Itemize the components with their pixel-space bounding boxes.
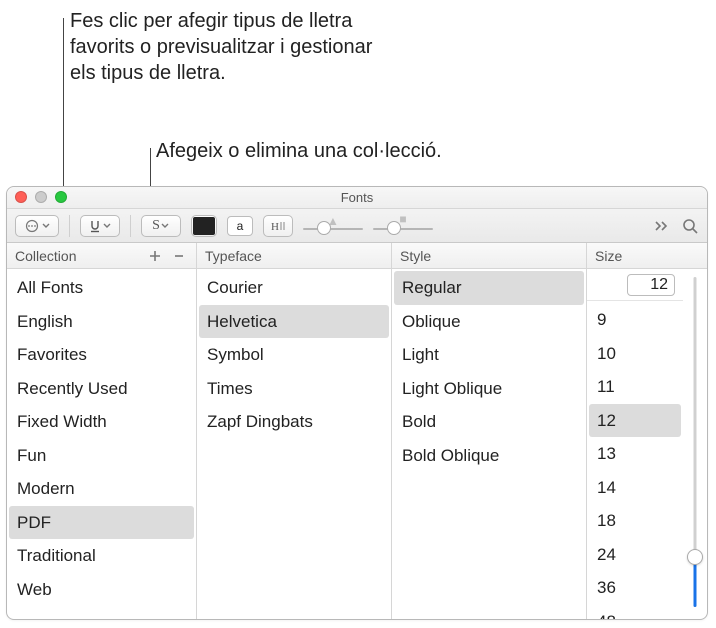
- text-spacing-icon: H: [269, 219, 287, 233]
- slider-thumb[interactable]: [687, 549, 703, 565]
- size-header: Size: [587, 243, 707, 269]
- document-color-button[interactable]: a: [227, 216, 253, 236]
- toolbar-separator: [130, 215, 131, 237]
- size-list[interactable]: 9101112131418243648: [587, 301, 683, 619]
- list-item[interactable]: Bold Oblique: [392, 439, 586, 473]
- svg-text:H: H: [271, 221, 279, 233]
- chevron-down-icon: [160, 219, 170, 233]
- list-item[interactable]: Times: [197, 372, 391, 406]
- add-collection-button[interactable]: [146, 247, 164, 265]
- zoom-window-button[interactable]: [55, 191, 67, 203]
- callout-text: Fes clic per afegir tipus de lletra favo…: [70, 10, 372, 84]
- size-input-value: 12: [650, 276, 668, 294]
- list-item[interactable]: Bold: [392, 405, 586, 439]
- columns: Collection All FontsEnglishFavoritesRece…: [7, 243, 707, 619]
- typeface-list[interactable]: CourierHelveticaSymbolTimesZapf Dingbats: [197, 269, 391, 619]
- list-item[interactable]: 13: [587, 437, 683, 471]
- list-item[interactable]: 18: [587, 504, 683, 538]
- size-header-label: Size: [595, 248, 622, 264]
- list-item[interactable]: 24: [587, 538, 683, 572]
- list-item[interactable]: Traditional: [7, 539, 196, 573]
- callout-text: Afegeix o elimina una col·lecció.: [156, 140, 442, 162]
- list-item[interactable]: 10: [587, 337, 683, 371]
- callout-more-options: Fes clic per afegir tipus de lletra favo…: [70, 8, 390, 86]
- list-item[interactable]: Regular: [394, 271, 584, 305]
- list-item[interactable]: Web: [7, 573, 196, 607]
- search-button[interactable]: [681, 217, 699, 235]
- size-input-wrap: 12: [587, 269, 683, 301]
- slider-track: [303, 228, 363, 230]
- size-slider[interactable]: [683, 269, 707, 619]
- list-item[interactable]: Helvetica: [199, 305, 389, 339]
- list-item[interactable]: All Fonts: [7, 271, 196, 305]
- remove-collection-button[interactable]: [170, 247, 188, 265]
- list-item[interactable]: 36: [587, 571, 683, 605]
- style-column: Style RegularObliqueLightLight ObliqueBo…: [392, 243, 587, 619]
- strikethrough-button[interactable]: S: [141, 215, 181, 237]
- list-item[interactable]: English: [7, 305, 196, 339]
- chevron-down-icon: [102, 219, 112, 233]
- list-item[interactable]: Recently Used: [7, 372, 196, 406]
- collection-header-label: Collection: [15, 248, 76, 264]
- titlebar: Fonts: [7, 187, 707, 209]
- double-chevron-right-icon: [653, 219, 671, 233]
- list-item[interactable]: Light: [392, 338, 586, 372]
- text-color-button[interactable]: [191, 215, 217, 237]
- more-options-button[interactable]: [15, 215, 59, 237]
- list-item[interactable]: 14: [587, 471, 683, 505]
- text-sample: a: [237, 219, 244, 233]
- list-item[interactable]: Fun: [7, 439, 196, 473]
- callout-add-remove-collection: Afegeix o elimina una col·lecció.: [156, 138, 442, 164]
- underline-button[interactable]: [80, 215, 120, 237]
- list-item[interactable]: 12: [589, 404, 681, 438]
- typeface-header-label: Typeface: [205, 248, 262, 264]
- list-item[interactable]: 9: [587, 303, 683, 337]
- search-icon: [681, 217, 699, 235]
- list-item[interactable]: 11: [587, 370, 683, 404]
- fonts-window: Fonts S: [6, 186, 708, 620]
- list-item[interactable]: Zapf Dingbats: [197, 405, 391, 439]
- slider-fill: [694, 561, 697, 607]
- list-item[interactable]: PDF: [9, 506, 194, 540]
- size-column: Size 12 9101112131418243648: [587, 243, 707, 619]
- collection-header: Collection: [7, 243, 196, 269]
- strikethrough-glyph: S: [152, 218, 160, 234]
- underline-icon: [88, 219, 102, 233]
- typography-button[interactable]: H: [263, 215, 293, 237]
- list-item[interactable]: Modern: [7, 472, 196, 506]
- size-input[interactable]: 12: [627, 274, 675, 296]
- plus-icon: [148, 249, 162, 263]
- color-swatch: [193, 217, 215, 235]
- toolbar: S a H ▲ ■: [7, 209, 707, 243]
- typeface-header: Typeface: [197, 243, 391, 269]
- window-title: Fonts: [341, 190, 374, 205]
- style-header-label: Style: [400, 248, 431, 264]
- square-icon: ■: [399, 212, 406, 226]
- overflow-button[interactable]: [653, 219, 671, 233]
- list-item[interactable]: Oblique: [392, 305, 586, 339]
- list-item[interactable]: 48: [587, 605, 683, 620]
- list-item[interactable]: Symbol: [197, 338, 391, 372]
- slider-thumb[interactable]: [317, 221, 331, 235]
- style-list[interactable]: RegularObliqueLightLight ObliqueBoldBold…: [392, 269, 586, 619]
- shadow-blur-slider[interactable]: ■: [373, 215, 433, 237]
- list-item[interactable]: Courier: [197, 271, 391, 305]
- window-controls: [15, 191, 67, 203]
- minus-icon: [172, 249, 186, 263]
- list-item[interactable]: Light Oblique: [392, 372, 586, 406]
- toolbar-separator: [69, 215, 70, 237]
- shadow-opacity-slider[interactable]: ▲: [303, 215, 363, 237]
- slider-track: [373, 228, 433, 230]
- collection-column: Collection All FontsEnglishFavoritesRece…: [7, 243, 197, 619]
- collection-list[interactable]: All FontsEnglishFavoritesRecently UsedFi…: [7, 269, 196, 619]
- typeface-column: Typeface CourierHelveticaSymbolTimesZapf…: [197, 243, 392, 619]
- style-header: Style: [392, 243, 586, 269]
- list-item[interactable]: Favorites: [7, 338, 196, 372]
- minimize-window-button[interactable]: [35, 191, 47, 203]
- list-item[interactable]: Fixed Width: [7, 405, 196, 439]
- slider-thumb[interactable]: [387, 221, 401, 235]
- chevron-down-icon: [41, 219, 51, 233]
- close-window-button[interactable]: [15, 191, 27, 203]
- more-icon: [23, 219, 41, 233]
